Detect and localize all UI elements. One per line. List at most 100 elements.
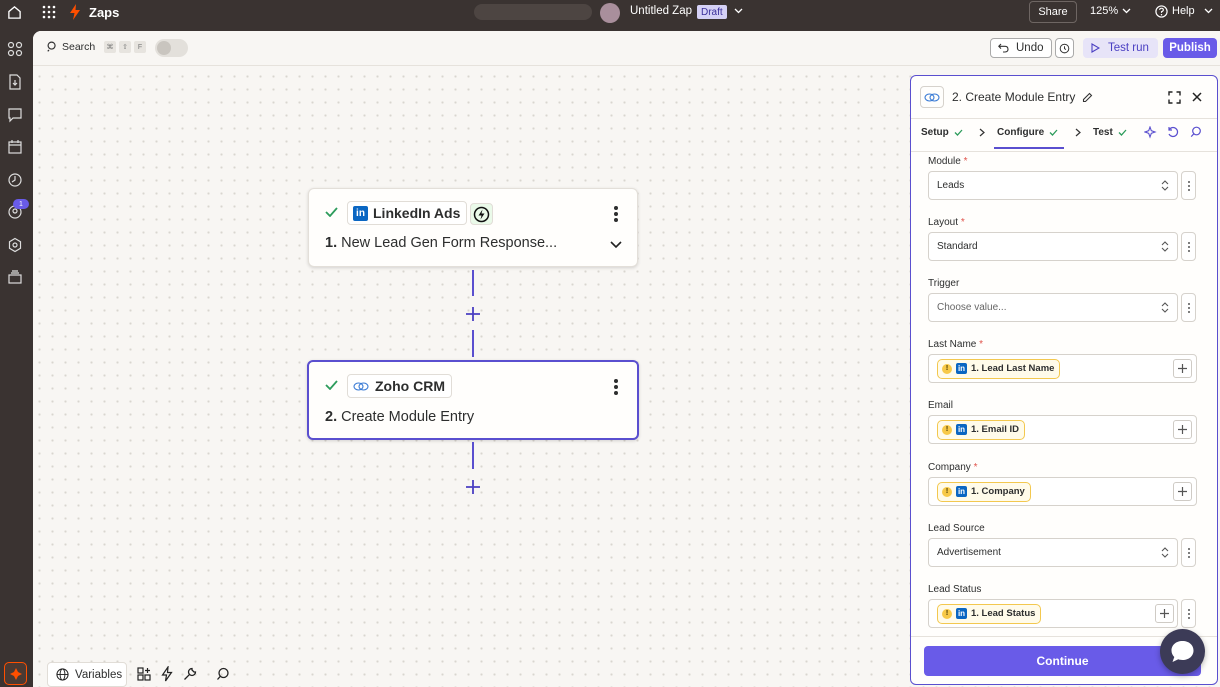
calendar-icon[interactable] <box>7 139 24 156</box>
help-label[interactable]: Help <box>1172 5 1195 17</box>
linkedin-icon: in <box>956 363 967 374</box>
pill-label: 1. Lead Last Name <box>971 363 1055 374</box>
comment-icon[interactable] <box>7 107 24 124</box>
tab-test[interactable]: Test <box>1093 127 1127 138</box>
tab-setup[interactable]: Setup <box>921 127 963 138</box>
check-icon <box>1049 129 1058 136</box>
app-grid-icon[interactable] <box>42 5 56 19</box>
mapped-value-pill[interactable]: ! in 1. Lead Status <box>937 603 1042 624</box>
action-app-chip[interactable]: Zoho CRM <box>347 374 452 398</box>
wrench-icon[interactable] <box>183 667 197 681</box>
insert-data-button[interactable] <box>1173 359 1192 378</box>
variables-button[interactable]: Variables <box>47 662 127 687</box>
pill-label: 1. Email ID <box>971 424 1020 435</box>
linkedin-icon: in <box>956 608 967 619</box>
field-options-button[interactable] <box>1181 171 1196 200</box>
step-number: 2. <box>325 409 338 425</box>
bolt-icon[interactable] <box>161 666 173 682</box>
last-name-field[interactable]: ! in 1. Lead Last Name <box>928 354 1197 383</box>
more-options-icon[interactable] <box>614 379 618 397</box>
ai-assistant-button[interactable] <box>4 662 27 685</box>
trigger-select[interactable]: Choose value... <box>928 293 1178 322</box>
layout-select[interactable]: Standard <box>928 232 1178 261</box>
lead-source-select[interactable]: Advertisement <box>928 538 1178 567</box>
action-step-card[interactable]: Zoho CRM 2. Create Module Entry <box>307 360 639 440</box>
app-name[interactable]: Zaps <box>89 5 119 20</box>
expand-icon[interactable] <box>1168 91 1181 104</box>
more-options-icon[interactable] <box>614 206 618 224</box>
zap-title[interactable]: Untitled Zap <box>630 5 692 17</box>
apps-icon[interactable] <box>7 41 24 58</box>
canvas-search-icon[interactable] <box>216 667 230 681</box>
play-icon <box>1091 43 1100 53</box>
check-icon <box>325 380 338 390</box>
warning-icon: ! <box>942 363 952 374</box>
close-icon[interactable] <box>1192 92 1202 102</box>
zoom-level[interactable]: 125% <box>1090 5 1118 17</box>
trigger-step-card[interactable]: in LinkedIn Ads 1. New Lead Gen Form Res… <box>308 188 638 267</box>
publish-button[interactable]: Publish <box>1163 38 1217 58</box>
account-name-blurred <box>474 4 592 20</box>
select-chevron-icon <box>1161 547 1169 558</box>
panel-search-icon[interactable] <box>1190 126 1202 138</box>
lead-status-field[interactable]: ! in 1. Lead Status <box>928 599 1178 628</box>
insert-data-button[interactable] <box>1173 420 1192 439</box>
check-icon <box>325 207 338 217</box>
settings-icon[interactable] <box>7 237 24 254</box>
tab-configure[interactable]: Configure <box>997 127 1058 138</box>
company-field[interactable]: ! in 1. Company <box>928 477 1197 506</box>
search-label[interactable]: Search <box>62 41 95 53</box>
test-run-button[interactable]: Test run <box>1083 38 1158 58</box>
help-icon[interactable] <box>1155 5 1168 18</box>
add-step-plus-icon[interactable] <box>465 479 481 495</box>
check-icon <box>954 129 963 136</box>
panel-title[interactable]: 2. Create Module Entry <box>952 90 1075 104</box>
edit-pencil-icon[interactable] <box>1082 92 1093 103</box>
undo-button[interactable]: Undo <box>990 38 1052 58</box>
tab-label: Configure <box>997 127 1045 138</box>
insert-data-button[interactable] <box>1173 482 1192 501</box>
toggle-switch[interactable] <box>155 39 188 57</box>
versions-icon[interactable] <box>7 269 24 286</box>
company-label: Company * <box>928 462 978 473</box>
draft-badge: Draft <box>697 5 727 19</box>
trigger-app-chip[interactable]: in LinkedIn Ads <box>347 201 468 225</box>
action-app-name: Zoho CRM <box>375 378 445 394</box>
zoom-chevron-icon[interactable] <box>1122 8 1131 14</box>
ai-sparkle-icon[interactable] <box>1144 126 1157 139</box>
share-button[interactable]: Share <box>1029 1 1077 23</box>
linkedin-icon: in <box>956 424 967 435</box>
pill-label: 1. Company <box>971 486 1025 497</box>
expand-chevron-icon[interactable] <box>610 241 622 249</box>
chat-support-button[interactable] <box>1160 629 1205 674</box>
module-value: Leads <box>937 180 965 191</box>
mapped-value-pill[interactable]: ! in 1. Email ID <box>937 419 1026 440</box>
avatar[interactable] <box>600 3 620 23</box>
chevron-down-icon[interactable] <box>734 8 743 14</box>
version-history-button[interactable] <box>1055 38 1074 58</box>
check-icon <box>1118 129 1127 136</box>
refresh-icon[interactable] <box>1167 126 1179 138</box>
insert-data-button[interactable] <box>1155 604 1174 623</box>
field-options-button[interactable] <box>1181 232 1196 261</box>
ai-status-icon[interactable] <box>470 203 493 225</box>
mapped-value-pill[interactable]: ! in 1. Lead Last Name <box>937 358 1061 379</box>
shortcut-key: ⌘ <box>104 41 116 53</box>
email-field[interactable]: ! in 1. Email ID <box>928 415 1197 444</box>
home-icon[interactable] <box>7 5 22 20</box>
field-options-button[interactable] <box>1181 538 1196 567</box>
search-icon[interactable] <box>47 41 58 52</box>
field-options-button[interactable] <box>1181 599 1196 628</box>
add-widget-icon[interactable] <box>137 667 151 681</box>
shortcut-key: ⇧ <box>119 41 131 53</box>
help-chevron-icon[interactable] <box>1204 8 1213 14</box>
add-step-plus-icon[interactable] <box>465 306 481 322</box>
history-icon[interactable] <box>7 172 24 189</box>
select-chevron-icon <box>1161 180 1169 191</box>
layout-value: Standard <box>937 241 978 252</box>
field-options-button[interactable] <box>1181 293 1196 322</box>
globe-icon <box>56 668 69 681</box>
mapped-value-pill[interactable]: ! in 1. Company <box>937 481 1031 502</box>
file-import-icon[interactable] <box>7 74 24 91</box>
module-select[interactable]: Leads <box>928 171 1178 200</box>
